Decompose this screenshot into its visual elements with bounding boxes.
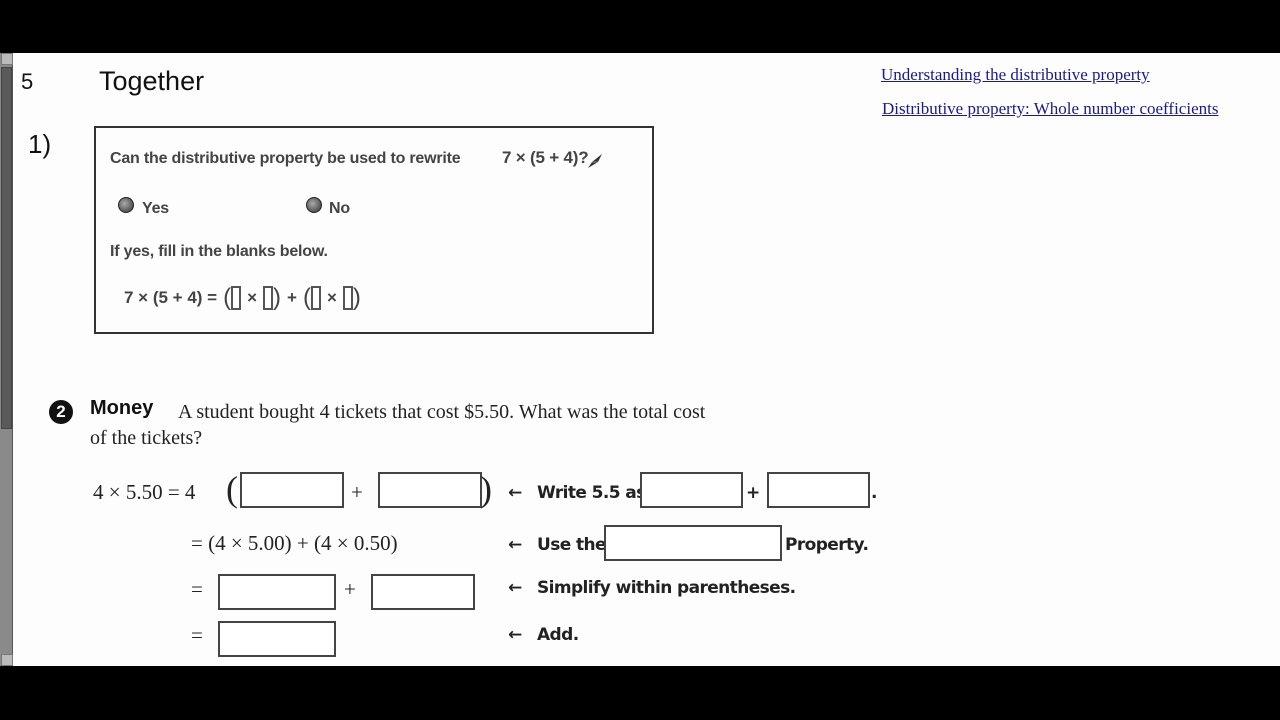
- question-2-heading: Money: [90, 397, 154, 419]
- times-sign: ×: [326, 288, 337, 307]
- section-number: 5: [21, 69, 34, 94]
- step-2-hint: Use the: [537, 535, 607, 555]
- link-understanding-distributive-property[interactable]: Understanding the distributive property: [881, 65, 1150, 85]
- step-1-lhs: 4 × 5.50 = 4: [93, 480, 196, 504]
- radio-no-label: No: [329, 200, 350, 217]
- step-3-blank-2[interactable]: [371, 574, 475, 610]
- step-2-lhs: = (4 × 5.00) + (4 × 0.50): [191, 531, 398, 555]
- pen-cursor-icon: [588, 154, 602, 168]
- blank-input-3[interactable]: [310, 286, 321, 310]
- scrollbar-thumb[interactable]: [1, 67, 12, 429]
- step-1-blank-2[interactable]: [378, 472, 482, 508]
- step-1-hint-blank-1[interactable]: [640, 472, 743, 508]
- step-1-hint: Write 5.5 as: [537, 483, 646, 503]
- blank-group-1: (: [223, 284, 242, 311]
- plus-sign: +: [351, 480, 363, 504]
- blank-group-4: ): [342, 284, 361, 311]
- scroll-down-arrow-icon[interactable]: [1, 654, 13, 666]
- step-4-equals: =: [191, 623, 203, 647]
- blank-group-3: (: [303, 286, 321, 310]
- equation-lhs: 7 × (5 + 4) =: [124, 288, 218, 307]
- left-paren: (: [226, 469, 238, 509]
- question-2-text-line2: of the tickets?: [90, 427, 203, 449]
- question-1-number: 1): [28, 129, 52, 159]
- question-1-expression: 7 × (5 + 4)?: [502, 148, 589, 167]
- section-title: Together: [99, 66, 205, 96]
- radio-yes[interactable]: [118, 197, 134, 213]
- vertical-scrollbar[interactable]: [0, 53, 13, 666]
- step-1-arrow: ←: [508, 483, 522, 503]
- right-paren: ): [273, 284, 282, 311]
- left-paren: (: [302, 284, 311, 311]
- question-1-prompt: Can the distributive property be used to…: [110, 150, 461, 167]
- radio-yes-label: Yes: [142, 200, 169, 217]
- question-1-equation: 7 × (5 + 4) = ( × ) + ( × ): [124, 286, 361, 310]
- step-3-arrow: ←: [508, 578, 522, 598]
- question-2-number-icon: 2: [49, 400, 73, 424]
- question-2-text-line1: A student bought 4 tickets that cost $5.…: [178, 401, 706, 423]
- worksheet-page: 5 Together Understanding the distributiv…: [0, 53, 1280, 666]
- plus-sign: +: [287, 288, 297, 307]
- plus-sign: +: [344, 577, 356, 601]
- blank-input-2[interactable]: [263, 286, 274, 310]
- left-paren: (: [223, 284, 232, 311]
- right-paren: ): [352, 284, 361, 311]
- step-3-hint: Simplify within parentheses.: [537, 578, 796, 598]
- step-1-blank-1[interactable]: [240, 472, 344, 508]
- step-2-arrow: ←: [508, 535, 522, 555]
- right-paren: ): [480, 469, 492, 509]
- times-sign: ×: [247, 288, 258, 307]
- step-3-equals: =: [191, 577, 203, 601]
- step-2-hint-end: Property.: [785, 535, 869, 555]
- step-4-hint: Add.: [537, 625, 579, 645]
- step-4-blank[interactable]: [218, 621, 336, 657]
- step-3-blank-1[interactable]: [218, 574, 336, 610]
- question-1-box: Can the distributive property be used to…: [94, 126, 654, 334]
- step-1-hint-blank-2[interactable]: [767, 472, 870, 508]
- question-1-instruction: If yes, fill in the blanks below.: [110, 243, 328, 260]
- step-2-property-blank[interactable]: [604, 525, 782, 561]
- step-1-hint-plus: +: [746, 483, 760, 503]
- blank-group-2: ): [263, 286, 281, 310]
- link-whole-number-coefficients[interactable]: Distributive property: Whole number coef…: [882, 99, 1218, 119]
- step-4-arrow: ←: [508, 625, 522, 645]
- radio-no[interactable]: [306, 197, 322, 213]
- blank-input-4[interactable]: [342, 286, 353, 310]
- blank-input-1[interactable]: [231, 286, 242, 310]
- scroll-up-arrow-icon[interactable]: [1, 53, 13, 65]
- step-1-hint-end: .: [871, 483, 877, 503]
